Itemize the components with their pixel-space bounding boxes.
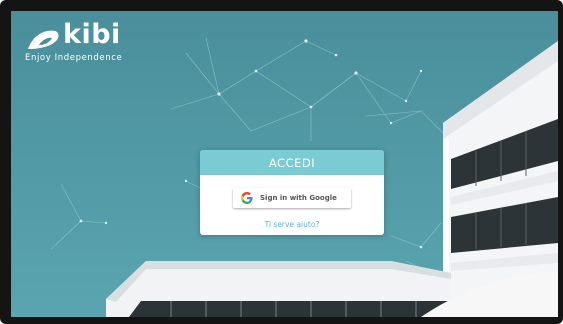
login-card: ACCEDI Sign in with Google Ti serve aiut… [200,150,384,235]
login-screen: kibi Enjoy Independence ACCEDI Sign in w… [11,11,558,317]
kibi-swirl-icon [28,30,59,49]
monitor-frame: kibi Enjoy Independence ACCEDI Sign in w… [0,0,563,324]
google-g-icon [241,192,253,204]
google-sign-in-button[interactable]: Sign in with Google [233,188,351,208]
brand-name: kibi [63,19,121,50]
login-title: ACCEDI [200,150,384,175]
help-link[interactable]: Ti serve aiuto? [200,220,384,229]
brand-tagline: Enjoy Independence [25,53,123,63]
google-button-label: Sign in with Google [260,194,337,202]
